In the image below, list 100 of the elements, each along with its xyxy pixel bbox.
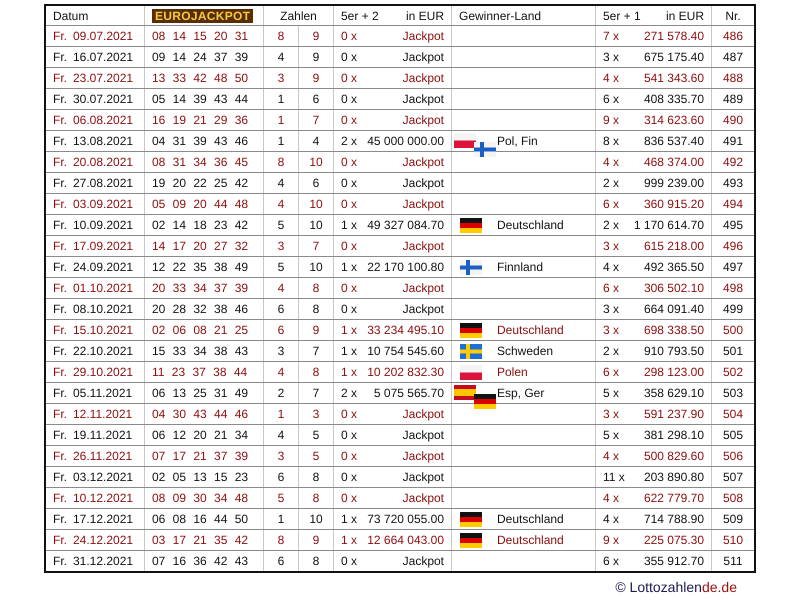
winner-count: 11 x (603, 470, 625, 484)
prize-amount: 1 170 614.70 (634, 218, 704, 232)
euro-number: 8 (312, 491, 320, 505)
prize-amount: 714 788.90 (644, 512, 704, 526)
winner-count: 3 x (603, 407, 620, 421)
prize-amount: 591 237.90 (644, 407, 704, 421)
weekday: Fr. (53, 197, 67, 211)
prize-amount: Jackpot (402, 113, 444, 127)
winner-count: 0 x (341, 491, 358, 505)
flag-icon (454, 133, 476, 148)
euro-number: 4 (278, 176, 284, 190)
draw-number: 510 (722, 533, 744, 547)
winner-count: 0 x (341, 428, 358, 442)
winner-count: 2 x (603, 218, 620, 232)
weekday: Fr. (53, 554, 67, 568)
winning-numbers: 06 08 16 44 50 (152, 512, 248, 526)
weekday: Fr. (53, 50, 67, 64)
winner-count: 6 x (603, 281, 620, 295)
euro-number: 4 (278, 365, 284, 379)
draw-date: 30.07.2021 (73, 92, 134, 106)
draw-date: 29.10.2021 (73, 365, 134, 379)
prize-amount: Jackpot (402, 50, 444, 64)
country-name: Deutschland (497, 218, 564, 232)
copyright-text: © Lottozahlende.de (615, 579, 737, 595)
winner-count: 3 x (603, 323, 620, 337)
draw-number: 506 (722, 449, 744, 463)
prize-amount: 615 218.00 (644, 239, 704, 253)
prize-amount: 999 239.00 (644, 176, 704, 190)
winner-count: 0 x (341, 29, 358, 43)
euro-number: 5 (278, 491, 284, 505)
draw-number: 495 (722, 218, 744, 232)
euro-number: 3 (312, 407, 320, 421)
prize-amount: 22 170 100.80 (367, 260, 444, 274)
prize-amount: 314 623.60 (644, 113, 704, 127)
winner-count: 1 x (341, 218, 358, 232)
euro-number: 6 (312, 92, 320, 106)
winner-count: 4 x (603, 491, 620, 505)
column-header: 5er + 1 (603, 8, 641, 22)
draw-number: 489 (722, 92, 744, 106)
flag-icon (474, 394, 496, 409)
draw-number: 501 (722, 344, 744, 358)
euro-number: 3 (278, 71, 284, 85)
winning-numbers: 08 14 15 20 31 (152, 29, 248, 43)
flag-icon (460, 344, 482, 359)
draw-date: 22.10.2021 (73, 344, 134, 358)
euro-number: 6 (278, 323, 284, 337)
draw-date: 20.08.2021 (73, 155, 134, 169)
draw-date: 03.09.2021 (73, 197, 134, 211)
euro-number: 5 (312, 428, 320, 442)
euro-number: 9 (312, 71, 320, 85)
euro-number: 10 (309, 260, 323, 274)
weekday: Fr. (53, 260, 67, 274)
euro-number: 6 (312, 176, 320, 190)
weekday: Fr. (53, 218, 67, 232)
prize-amount: Jackpot (402, 239, 444, 253)
prize-amount: Jackpot (402, 176, 444, 190)
draw-number: 494 (722, 197, 744, 211)
prize-amount: 468 374.00 (644, 155, 704, 169)
draw-date: 17.09.2021 (73, 239, 134, 253)
draw-date: 01.10.2021 (73, 281, 134, 295)
prize-amount: 910 793.50 (644, 344, 704, 358)
weekday: Fr. (53, 92, 67, 106)
winner-count: 0 x (341, 71, 358, 85)
draw-number: 488 (722, 71, 744, 85)
column-header: in EUR (666, 8, 704, 22)
winning-numbers: 02 14 18 23 42 (152, 218, 248, 232)
winner-count: 9 x (603, 113, 620, 127)
winner-count: 8 x (603, 134, 620, 148)
euro-number: 4 (312, 134, 320, 148)
prize-amount: Jackpot (402, 491, 444, 505)
euro-number: 7 (312, 239, 320, 253)
euro-number: 8 (278, 155, 284, 169)
weekday: Fr. (53, 281, 67, 295)
draw-number: 503 (722, 386, 744, 400)
flag-icon (460, 260, 482, 275)
winning-numbers: 04 31 39 43 46 (152, 134, 248, 148)
euro-number: 7 (312, 344, 320, 358)
euro-number: 1 (278, 92, 284, 106)
prize-amount: 836 537.40 (644, 134, 704, 148)
draw-date: 19.11.2021 (73, 428, 132, 442)
prize-amount: 10 754 545.60 (367, 344, 444, 358)
euro-number: 4 (278, 281, 284, 295)
column-header: in EUR (406, 8, 444, 22)
weekday: Fr. (53, 407, 67, 421)
winner-count: 0 x (341, 113, 358, 127)
euro-number: 8 (312, 470, 320, 484)
euro-number: 9 (312, 29, 320, 43)
weekday: Fr. (53, 113, 67, 127)
prize-amount: 45 000 000.00 (367, 134, 444, 148)
euro-number: 7 (312, 386, 320, 400)
weekday: Fr. (53, 470, 67, 484)
winner-count: 1 x (341, 533, 358, 547)
winner-count: 4 x (603, 71, 620, 85)
prize-amount: Jackpot (402, 92, 444, 106)
euro-number: 8 (312, 365, 320, 379)
euro-number: 8 (312, 302, 320, 316)
euro-number: 6 (278, 470, 284, 484)
draw-number: 504 (722, 407, 744, 421)
winner-count: 3 x (603, 239, 620, 253)
prize-amount: 49 327 084.70 (367, 218, 444, 232)
